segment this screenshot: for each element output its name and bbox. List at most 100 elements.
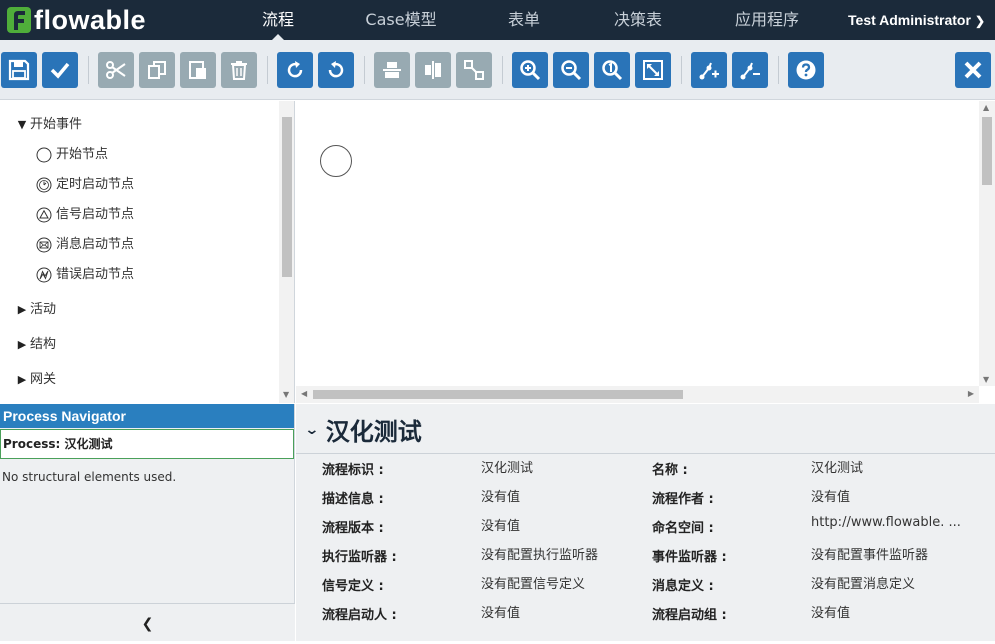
- property-value-version[interactable]: 没有值: [481, 515, 631, 534]
- shape-palette: ▼ 开始事件 开始节点 定时启动节点 信号启动节点 消息启动节点 错误启动节点 …: [0, 101, 295, 403]
- property-label-name: 名称 :: [652, 463, 688, 478]
- scrollbar-thumb[interactable]: [982, 117, 992, 185]
- copy-button[interactable]: [139, 52, 175, 88]
- add-bendpoint-button[interactable]: [691, 52, 727, 88]
- paste-icon: [189, 61, 206, 79]
- scrollbar-thumb[interactable]: [282, 117, 292, 277]
- canvas-horizontal-scrollbar[interactable]: ◀ ▶: [296, 386, 979, 403]
- user-menu[interactable]: Test Administrator ❯: [848, 0, 985, 40]
- property-label-initiator: 流程启动人 :: [322, 608, 397, 623]
- help-button[interactable]: [788, 52, 824, 88]
- navigator-title: Process Navigator: [0, 404, 294, 428]
- property-label-execution-listeners: 执行监听器 :: [322, 550, 397, 565]
- property-value-candidate-groups[interactable]: 没有值: [811, 602, 971, 621]
- scroll-down-arrow-icon[interactable]: ▼: [983, 375, 989, 384]
- nav-tab-apps[interactable]: 应用程序: [722, 0, 812, 40]
- toolbar-divider: [364, 56, 365, 84]
- nav-tab-label: 表单: [507, 10, 540, 29]
- property-value-signal-definitions[interactable]: 没有配置信号定义: [481, 573, 641, 592]
- property-label-process-id: 流程标识 :: [322, 463, 384, 478]
- remove-bendpoint-icon: [740, 62, 760, 80]
- palette-item-error-start-event[interactable]: 错误启动节点: [36, 260, 134, 290]
- property-label-author: 流程作者 :: [652, 492, 714, 507]
- redo-icon: [287, 61, 303, 78]
- property-label-event-listeners: 事件监听器 :: [652, 550, 727, 565]
- palette-group-gateways[interactable]: ▶ 网关: [16, 365, 56, 395]
- zoom-in-button[interactable]: [512, 52, 548, 88]
- toolbar-divider: [267, 56, 268, 84]
- palette-item-label: 信号启动节点: [56, 207, 135, 222]
- palette-group-label: 开始事件: [30, 117, 83, 132]
- user-name: Test Administrator: [848, 12, 971, 28]
- navigator-process-label[interactable]: Process: 汉化测试: [0, 429, 294, 459]
- toolbar-divider: [88, 56, 89, 84]
- property-value-message-definitions[interactable]: 没有配置消息定义: [811, 573, 981, 592]
- property-value-initiator[interactable]: 没有值: [481, 602, 631, 621]
- zoom-actual-button[interactable]: [594, 52, 630, 88]
- collapse-panel-button[interactable]: ❮: [0, 603, 295, 641]
- scroll-right-arrow-icon[interactable]: ▶: [968, 389, 974, 398]
- nav-tab-label: 应用程序: [734, 10, 799, 29]
- canvas-vertical-scrollbar[interactable]: ▲ ▼: [979, 101, 995, 386]
- scrollbar-thumb[interactable]: [313, 390, 683, 399]
- add-bendpoint-icon: [699, 62, 719, 80]
- properties-header[interactable]: ⌄ 汉化测试: [304, 412, 421, 447]
- validate-button[interactable]: [42, 52, 78, 88]
- cut-button[interactable]: [98, 52, 134, 88]
- property-value-execution-listeners[interactable]: 没有配置执行监听器: [481, 544, 641, 563]
- delete-button[interactable]: [221, 52, 257, 88]
- zoom-actual-icon: [602, 60, 623, 81]
- start-event-shape[interactable]: [320, 145, 352, 177]
- remove-bendpoint-button[interactable]: [732, 52, 768, 88]
- close-editor-button[interactable]: [955, 52, 991, 88]
- palette-scrollbar[interactable]: ▼: [279, 101, 294, 403]
- zoom-out-button[interactable]: [553, 52, 589, 88]
- scroll-down-arrow-icon[interactable]: ▼: [283, 390, 289, 399]
- nav-tab-case-model[interactable]: Case模型: [356, 0, 446, 40]
- nav-tab-label: 决策表: [613, 10, 662, 29]
- timer-start-event-icon: [36, 177, 52, 193]
- property-value-name[interactable]: 汉化测试: [811, 457, 971, 476]
- palette-item-message-start-event[interactable]: 消息启动节点: [36, 230, 134, 260]
- property-value-process-id[interactable]: 汉化测试: [481, 457, 631, 476]
- palette-item-timer-start-event[interactable]: 定时启动节点: [36, 170, 134, 200]
- nav-tab-process[interactable]: 流程: [248, 0, 308, 41]
- property-label-signal-definitions: 信号定义 :: [322, 579, 384, 594]
- diagram-canvas[interactable]: ▲ ▼ ◀ ▶: [296, 101, 995, 403]
- divider: [296, 453, 995, 454]
- redo-button[interactable]: [277, 52, 313, 88]
- palette-item-label: 消息启动节点: [56, 237, 135, 252]
- align-vertical-button[interactable]: [374, 52, 410, 88]
- paste-button[interactable]: [180, 52, 216, 88]
- chevron-down-icon: ❯: [974, 14, 985, 28]
- palette-group-start-events[interactable]: ▼ 开始事件: [16, 110, 82, 140]
- scroll-up-arrow-icon[interactable]: ▲: [983, 103, 989, 112]
- palette-group-structural[interactable]: ▶ 结构: [16, 330, 56, 360]
- palette-item-label: 定时启动节点: [56, 177, 135, 192]
- property-value-description[interactable]: 没有值: [481, 486, 631, 505]
- property-value-event-listeners[interactable]: 没有配置事件监听器: [811, 544, 981, 563]
- undo-icon: [328, 61, 344, 78]
- nav-tab-forms[interactable]: 表单: [494, 0, 554, 40]
- property-value-author[interactable]: 没有值: [811, 486, 971, 505]
- palette-item-none-start-event[interactable]: 开始节点: [36, 140, 108, 170]
- property-label-message-definitions: 消息定义 :: [652, 579, 714, 594]
- nav-tab-decision-tables[interactable]: 决策表: [598, 0, 678, 40]
- toolbar-divider: [502, 56, 503, 84]
- zoom-out-icon: [561, 60, 582, 81]
- scroll-left-arrow-icon[interactable]: ◀: [301, 389, 307, 398]
- undo-button[interactable]: [318, 52, 354, 88]
- message-start-event-icon: [36, 237, 52, 253]
- align-horizontal-button[interactable]: [415, 52, 451, 88]
- palette-group-label: 结构: [30, 337, 57, 352]
- editor-toolbar: [0, 40, 995, 100]
- flowable-logo[interactable]: flowable: [6, 5, 146, 35]
- palette-item-signal-start-event[interactable]: 信号启动节点: [36, 200, 134, 230]
- save-button[interactable]: [1, 52, 37, 88]
- toolbar-divider: [681, 56, 682, 84]
- zoom-fit-button[interactable]: [635, 52, 671, 88]
- property-value-namespace[interactable]: http://www.flowable. ...: [811, 515, 981, 530]
- none-start-event-icon: [36, 147, 52, 163]
- palette-group-activities[interactable]: ▶ 活动: [16, 295, 56, 325]
- same-size-button[interactable]: [456, 52, 492, 88]
